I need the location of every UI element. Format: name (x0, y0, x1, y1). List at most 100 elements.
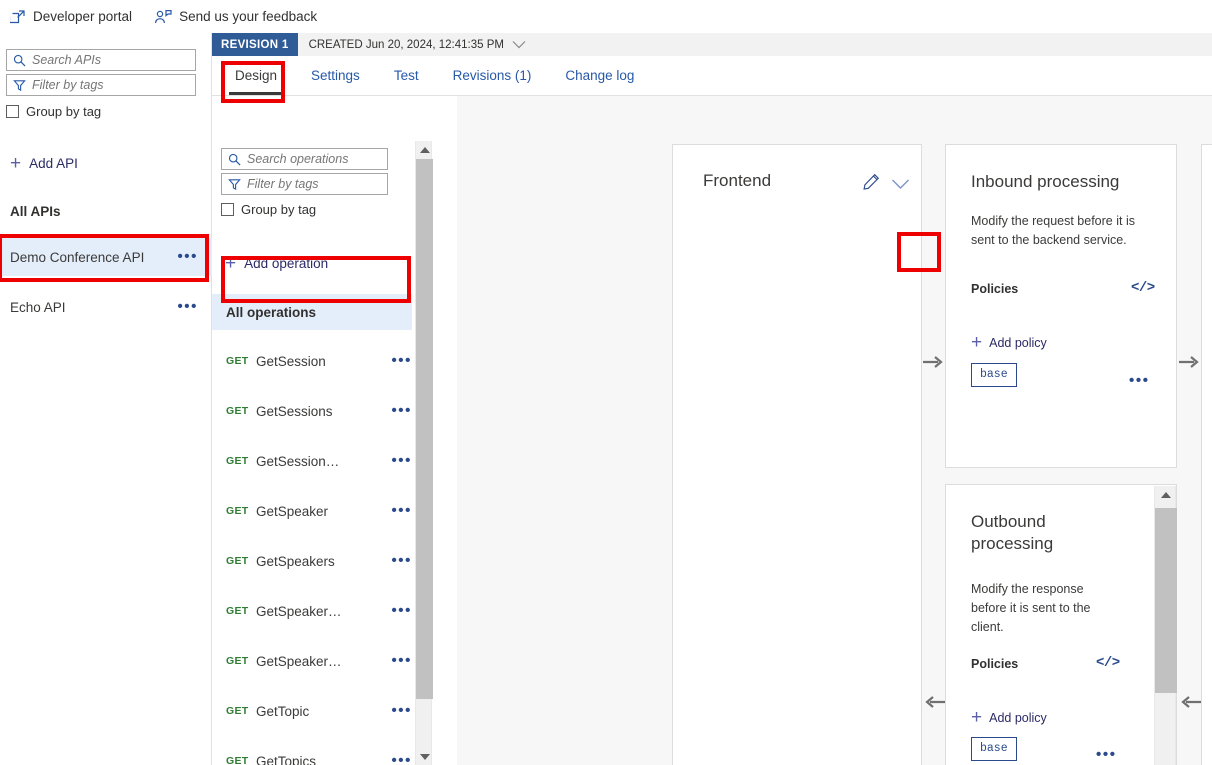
add-api-label: Add API (29, 156, 78, 171)
operation-item[interactable]: GET GetSpeaker… ••• (212, 643, 412, 679)
operation-name: GetSession (256, 353, 326, 369)
search-operations-placeholder: Search operations (247, 152, 349, 166)
group-by-tag-operations-checkbox[interactable]: Group by tag (221, 202, 316, 217)
operation-context-menu-button[interactable]: ••• (391, 703, 412, 718)
all-operations-label: All operations (226, 304, 317, 320)
operation-item-all-operations[interactable]: All operations (212, 294, 412, 330)
frontend-title: Frontend (703, 171, 772, 190)
checkbox-box (6, 105, 19, 118)
operation-context-menu-button[interactable]: ••• (391, 503, 412, 518)
operation-name: GetSpeaker… (256, 653, 342, 669)
inbound-add-policy-button[interactable]: + Add policy (971, 333, 1047, 352)
outbound-policies-label: Policies (971, 657, 1019, 671)
arrow-left-backend-to-outbound-icon (1179, 694, 1201, 713)
api-detail-content: REVISION 1 CREATED Jun 20, 2024, 12:41:3… (212, 33, 1212, 765)
tab-settings[interactable]: Settings (294, 56, 377, 95)
operation-item[interactable]: GET GetTopics ••• (212, 743, 412, 765)
group-by-tag-operations-label: Group by tag (241, 202, 317, 217)
inbound-policies-code-button[interactable]: </> (1131, 280, 1155, 296)
operation-context-menu-button[interactable]: ••• (391, 753, 412, 765)
operation-verb: GET (226, 505, 249, 517)
arrow-right-inbound-to-backend-icon (1179, 354, 1201, 373)
outbound-add-policy-label: Add policy (989, 710, 1047, 725)
operation-context-menu-button[interactable]: ••• (391, 403, 412, 418)
tab-change-log[interactable]: Change log (548, 56, 651, 95)
operation-item[interactable]: GET GetSpeaker… ••• (212, 593, 412, 629)
inbound-policies-label: Policies (971, 282, 1019, 296)
operation-context-menu-button[interactable]: ••• (391, 653, 412, 668)
chevron-down-icon[interactable] (512, 40, 526, 49)
filter-icon (13, 79, 26, 92)
scrollbar-thumb[interactable] (1155, 508, 1177, 693)
operation-verb: GET (226, 655, 249, 667)
api-context-menu-button[interactable]: ••• (177, 249, 198, 264)
tab-test[interactable]: Test (377, 56, 436, 95)
operation-verb: GET (226, 355, 249, 367)
filter-apis-by-tags-input[interactable]: Filter by tags (6, 74, 196, 96)
operation-context-menu-button[interactable]: ••• (391, 453, 412, 468)
search-icon (13, 54, 26, 67)
sidebar-item-echo-api[interactable]: Echo API ••• (0, 288, 212, 326)
search-operations-input[interactable]: Search operations (221, 148, 388, 170)
operation-name: GetSpeakers (256, 553, 335, 569)
operation-verb: GET (226, 455, 249, 467)
scroll-up-arrow-icon[interactable] (1155, 486, 1177, 503)
add-api-button[interactable]: + Add API (10, 154, 78, 173)
operation-verb: GET (226, 755, 249, 765)
outbound-policy-context-menu-button[interactable]: ••• (1096, 747, 1117, 762)
operation-item[interactable]: GET GetSpeaker ••• (212, 493, 412, 529)
api-context-menu-button[interactable]: ••• (177, 299, 198, 314)
scroll-down-arrow-icon[interactable] (416, 748, 433, 765)
filter-operations-placeholder: Filter by tags (247, 177, 319, 191)
tab-design[interactable]: Design (218, 56, 294, 95)
scroll-up-arrow-icon[interactable] (416, 141, 433, 158)
operation-verb: GET (226, 555, 249, 567)
group-by-tag-apis-label: Group by tag (26, 104, 102, 119)
operation-item[interactable]: GET GetSession… ••• (212, 443, 412, 479)
operation-context-menu-button[interactable]: ••• (391, 603, 412, 618)
frontend-edit-pencil-icon[interactable] (863, 173, 880, 193)
scrollbar-thumb[interactable] (416, 159, 433, 699)
operation-item[interactable]: GET GetSpeakers ••• (212, 543, 412, 579)
sidebar-item-demo-conference-api[interactable]: Demo Conference API ••• (0, 238, 212, 276)
operation-item[interactable]: GET GetSession ••• (212, 343, 412, 379)
group-by-tag-apis-checkbox[interactable]: Group by tag (6, 104, 101, 119)
revision-created-info[interactable]: CREATED Jun 20, 2024, 12:41:35 PM (309, 39, 526, 51)
operation-item[interactable]: GET GetTopic ••• (212, 693, 412, 729)
operation-verb: GET (226, 605, 249, 617)
inbound-policy-chip-base[interactable]: base (971, 363, 1017, 387)
outbound-policy-chip-base[interactable]: base (971, 737, 1017, 761)
outbound-policies-code-button[interactable]: </> (1096, 655, 1120, 671)
outbound-add-policy-button[interactable]: + Add policy (971, 708, 1047, 727)
checkbox-box (221, 203, 234, 216)
filter-operations-by-tags-input[interactable]: Filter by tags (221, 173, 388, 195)
all-apis-heading: All APIs (10, 204, 61, 219)
filter-apis-placeholder: Filter by tags (32, 78, 104, 92)
inbound-policy-context-menu-button[interactable]: ••• (1129, 373, 1150, 388)
operation-name: GetTopic (256, 703, 310, 719)
operation-item[interactable]: GET GetSessions ••• (212, 393, 412, 429)
add-operation-button[interactable]: + Add operation (225, 254, 328, 273)
search-apis-input[interactable]: Search APIs (6, 49, 196, 71)
feedback-person-icon (154, 9, 172, 25)
tab-revisions[interactable]: Revisions (1) (436, 56, 549, 95)
plus-icon: + (971, 707, 983, 728)
operation-context-menu-button[interactable]: ••• (391, 553, 412, 568)
tab-label: Settings (311, 68, 360, 83)
inbound-description: Modify the request before it is sent to … (971, 214, 1135, 247)
operations-scrollbar[interactable] (415, 141, 433, 765)
plus-icon: + (10, 153, 22, 174)
outbound-scrollbar[interactable] (1154, 486, 1177, 765)
search-icon (228, 153, 241, 166)
operation-name: GetSession… (256, 453, 340, 469)
inbound-add-policy-label: Add policy (989, 335, 1047, 350)
frontend-expand-chevron-down-icon[interactable] (891, 178, 910, 193)
arrow-left-outbound-to-frontend-icon (923, 694, 945, 713)
developer-portal-button[interactable]: Developer portal (10, 9, 132, 25)
inbound-title: Inbound processing (971, 172, 1120, 191)
operation-name: GetSpeaker… (256, 603, 342, 619)
operation-context-menu-button[interactable]: ••• (391, 353, 412, 368)
send-feedback-button[interactable]: Send us your feedback (154, 9, 317, 25)
operation-verb: GET (226, 705, 249, 717)
api-name: Echo API (10, 299, 66, 315)
